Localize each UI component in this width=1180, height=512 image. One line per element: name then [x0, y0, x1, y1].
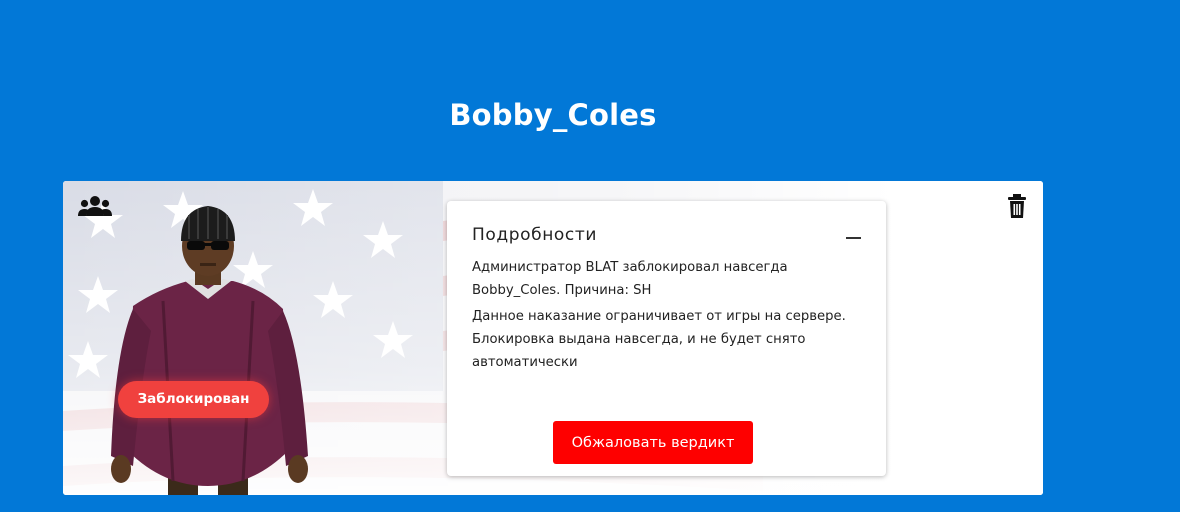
punishment-description: Данное наказание ограничивает от игры на…	[472, 309, 846, 370]
trash-icon[interactable]	[1007, 194, 1027, 218]
status-badge: Заблокирован	[118, 381, 269, 418]
appeal-verdict-button[interactable]: Обжаловать вердикт	[553, 421, 753, 464]
punishment-page: Bobby_Coles Заблокирован Подробности Адм…	[0, 0, 1180, 512]
details-title: Подробности	[472, 225, 598, 245]
punishment-card: Заблокирован Подробности Администратор B…	[63, 181, 1043, 495]
minus-icon[interactable]	[846, 231, 861, 243]
page-title: Bobby_Coles	[449, 98, 657, 132]
player-skin-image	[111, 206, 308, 495]
details-panel: Подробности Администратор BLAT заблокиро…	[447, 201, 886, 476]
punishment-summary: Администратор BLAT заблокировал навсегда…	[472, 260, 788, 298]
